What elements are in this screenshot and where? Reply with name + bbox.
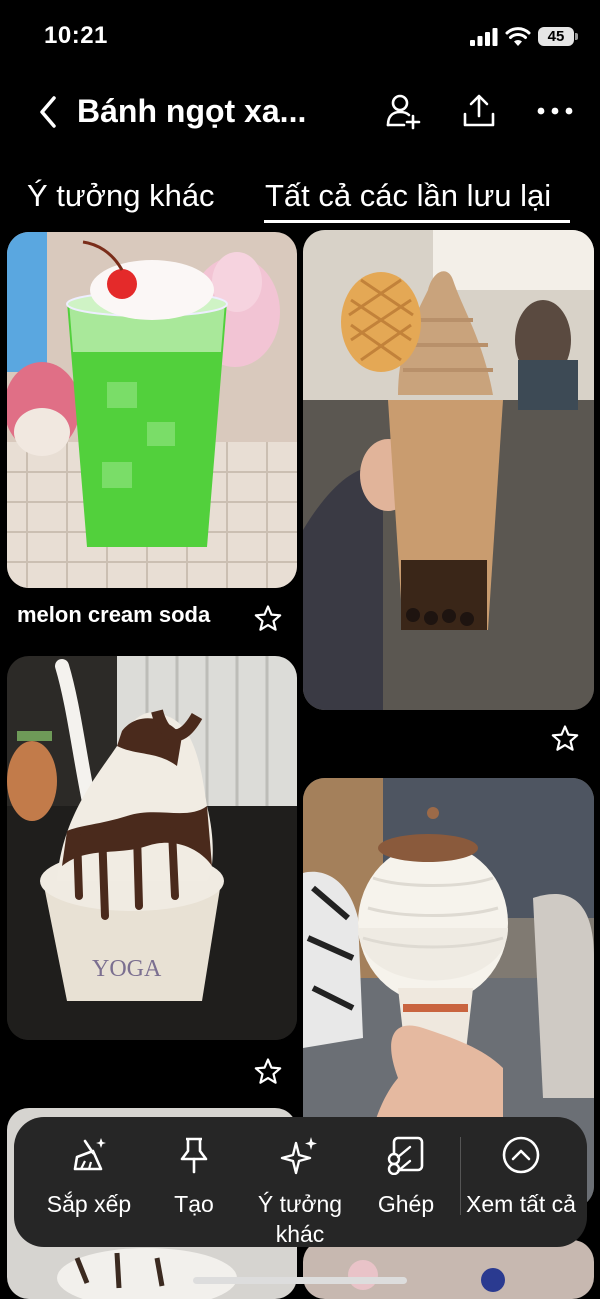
chevron-up-circle-icon	[502, 1136, 540, 1174]
cellular-signal-icon	[470, 28, 498, 46]
pin-image-surreal-soft-serve[interactable]	[303, 230, 594, 710]
status-time: 10:21	[44, 22, 108, 49]
tab-more-ideas[interactable]: Ý tưởng khác	[27, 178, 215, 214]
selected-tab-underline	[264, 220, 570, 223]
create-button[interactable]: Tạo	[154, 1117, 234, 1247]
collage-cut-icon	[387, 1136, 424, 1175]
add-collaborator-icon[interactable]	[384, 92, 422, 130]
more-ideas-button[interactable]: Ý tưởng khác	[240, 1117, 360, 1247]
sparkle-icon	[280, 1137, 317, 1175]
pin-image-chocolate-soft-serve[interactable]: YOGA	[7, 656, 297, 1040]
board-title: Bánh ngọt xa...	[77, 93, 307, 129]
pin-icon	[180, 1137, 208, 1174]
tab-all-saves[interactable]: Tất cả các lần lưu lại	[265, 178, 551, 214]
collage-label: Ghép	[377, 1191, 435, 1217]
battery-indicator: 45	[538, 27, 578, 46]
home-indicator	[193, 1277, 407, 1284]
organize-button[interactable]: Sắp xếp	[29, 1117, 149, 1247]
create-label: Tạo	[174, 1191, 214, 1217]
wifi-icon	[505, 27, 531, 46]
svg-text:YOGA: YOGA	[92, 956, 162, 982]
back-chevron-icon[interactable]	[34, 92, 64, 132]
pin-caption: melon cream soda	[17, 602, 211, 627]
pin-image-melon-cream-soda[interactable]	[7, 232, 297, 588]
share-icon[interactable]	[460, 92, 498, 130]
view-all-button[interactable]: Xem tất cả	[466, 1117, 576, 1247]
status-bar: 10:21 45	[0, 0, 600, 70]
collage-button[interactable]: Ghép	[364, 1117, 448, 1247]
star-icon[interactable]	[550, 724, 580, 754]
star-icon[interactable]	[253, 604, 283, 634]
view-all-label: Xem tất cả	[466, 1191, 576, 1217]
star-icon[interactable]	[253, 1057, 283, 1087]
organize-label: Sắp xếp	[46, 1191, 132, 1217]
board-action-bar: Sắp xếp Tạo Ý tưởng khác Ghép Xem tất cả	[14, 1117, 587, 1247]
broom-sparkle-icon	[73, 1138, 106, 1171]
more-options-icon[interactable]	[536, 92, 574, 130]
action-divider	[460, 1137, 461, 1215]
more-ideas-label: Ý tưởng khác	[257, 1191, 343, 1247]
